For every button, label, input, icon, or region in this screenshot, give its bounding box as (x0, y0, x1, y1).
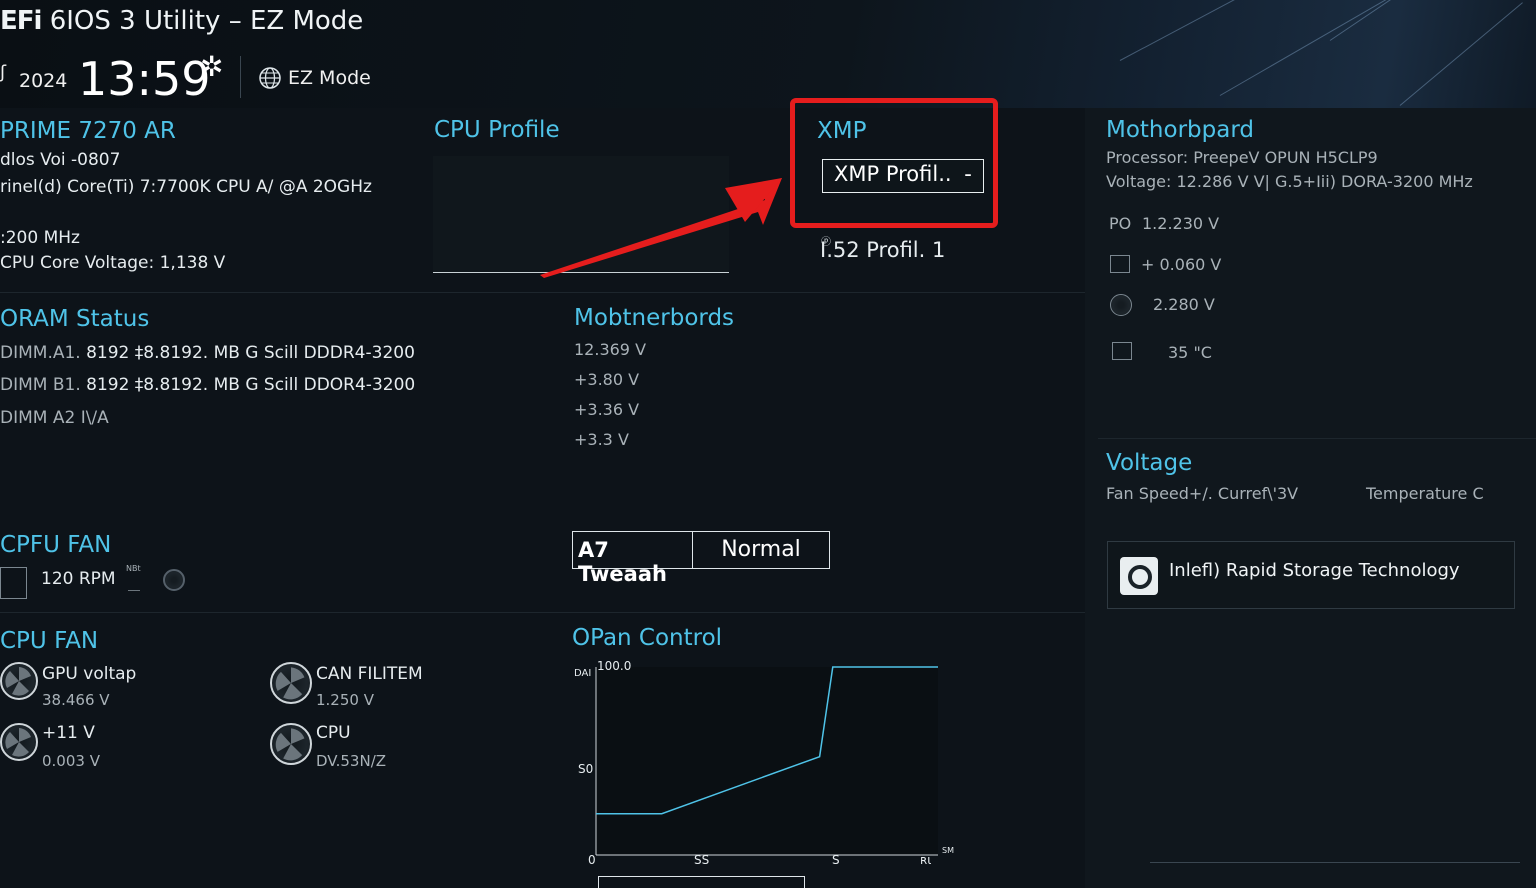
cpu-fan-section-title: CPU FAN (0, 628, 99, 654)
xmp-sub-label: I.52 Profil. 1 (820, 238, 946, 262)
wave-icon: ʃ (0, 62, 7, 83)
fan-curve-chart[interactable]: DAI100.0S00 SS SʀιSM (570, 655, 970, 880)
fan-value: DV.53N/Z (316, 752, 387, 770)
motherboard-title: Mothorbpard (1106, 117, 1254, 143)
cpu-core-voltage: CPU Core Voltage: 1,138 V (0, 253, 226, 273)
reading-value: 35 "C (1168, 343, 1212, 362)
chevron-down-icon: - (964, 162, 972, 186)
gear-icon[interactable]: ✲ (200, 50, 223, 83)
reading-value: 2.280 V (1153, 295, 1215, 314)
y-axis-label: DAI (574, 668, 591, 679)
voltage-item: +3.80 V (574, 370, 640, 389)
plug-icon (1110, 255, 1130, 273)
po-icon: PO (1109, 214, 1132, 233)
bottom-button[interactable] (598, 876, 805, 888)
x-end-label: SM (942, 846, 954, 855)
cpu-fan-rpm: 120 RPM (41, 569, 116, 589)
voltage-col-temp: Temperature C (1366, 484, 1484, 503)
ai-tweaker-label[interactable]: A7 Tweaah (573, 532, 693, 586)
dram-slot-a1: DIMM.A1. 8192 ‡8.8192. MB G Scill DDDR4-… (0, 343, 415, 363)
y-tick-label: 100.0 (597, 659, 631, 673)
fan-value: 1.250 V (316, 691, 374, 709)
fan-control-title: OPan Control (572, 625, 723, 651)
ez-mode-label[interactable]: EZ Mode (288, 67, 371, 89)
x-tick-label: SS (694, 853, 709, 867)
dram-slot-b1: DIMM B1. 8192 ‡8.8192. MB G Scill DDOR4-… (0, 375, 416, 395)
ai-tweaker-toggle[interactable]: A7 Tweaah Normal (572, 531, 830, 586)
fan-name: CAN FILITEM (316, 664, 423, 684)
chip-icon (1112, 342, 1132, 360)
bios-screen: EFi 6IOS 3 Utility – EZ Mode ʃ 2024 13:5… (0, 0, 1536, 888)
top-bar: EFi 6IOS 3 Utility – EZ Mode ʃ 2024 13:5… (0, 0, 1536, 108)
x-tick-label: ʀι (920, 853, 931, 867)
bios-version: dlos Voi -0807 (0, 150, 121, 170)
rapid-storage-label: Inlefl) Rapid Storage Technology (1169, 560, 1460, 581)
board-model: PRIME 7270 AR (0, 118, 176, 144)
voltage-item: 12.369 V (574, 340, 647, 359)
divider (1098, 438, 1536, 439)
voltage-panel-title: Voltage (1106, 450, 1193, 476)
storage-icon (1120, 557, 1158, 595)
cpu-frequency: :200 MHz (0, 228, 80, 248)
app-title: EFi 6IOS 3 Utility – EZ Mode (0, 6, 363, 36)
app-title-text: 6IOS 3 Utility – EZ Mode (41, 6, 364, 36)
voltage-info: Voltage: 12.286 V V| G.5+Iii) DORA-3200 … (1106, 172, 1473, 191)
fan-icon (163, 569, 185, 591)
cpu-fan-title: CPFU FAN (0, 532, 112, 558)
fan-name: +11 V (42, 723, 95, 743)
fan-value: 0.003 V (42, 752, 100, 770)
cpu-name: rinel(d) Core(Ti) 7:7700K CPU A/ @A 2OGH… (0, 177, 372, 197)
reading-value: + 0.060 V (1141, 255, 1222, 274)
x-tick-label: 0 (588, 853, 596, 867)
y-tick-label: S0 (578, 762, 593, 776)
clock-time[interactable]: 13:59 (78, 52, 211, 106)
rapid-storage-button[interactable]: Inlefl) Rapid Storage Technology (1107, 541, 1515, 609)
small-label: NBt (126, 564, 141, 573)
globe-icon[interactable] (258, 66, 282, 90)
voltage-col-fan: Fan Speed+/. Curref\'3V (1106, 484, 1299, 503)
cpu-profile-title: CPU Profile (434, 117, 560, 143)
reading-value: 1.2.230 V (1142, 214, 1220, 233)
fan-icon[interactable] (0, 723, 38, 761)
divider (0, 292, 1085, 293)
motherboard-voltage-title: Mobtnerbords (574, 305, 735, 331)
xmp-title: XMP (817, 118, 867, 144)
fan-icon[interactable] (0, 662, 38, 700)
annotation-arrow-icon (540, 178, 782, 278)
processor-info: Processor: PreepeV OPUN H5CLP9 (1106, 148, 1378, 167)
divider (240, 56, 241, 98)
fan-name: CPU (316, 723, 351, 743)
ai-tweaker-value[interactable]: Normal (693, 532, 829, 568)
fan-chip-icon (0, 567, 27, 599)
xmp-select-value: XMP Profil.. (834, 162, 952, 186)
voltage-item: +3.3 V (574, 430, 629, 449)
fan-value: 38.466 V (42, 691, 110, 709)
dram-slot-a2: DIMM A2 I\/A (0, 408, 109, 428)
fan-name: GPU voltap (42, 664, 137, 684)
xmp-profile-select[interactable]: XMP Profil.. - (822, 159, 984, 193)
divider (0, 612, 1085, 613)
divider (1150, 862, 1520, 863)
voltage-item: +3.36 V (574, 400, 640, 419)
app-logo: EFi (0, 6, 42, 36)
fan-icon (1110, 294, 1132, 316)
dram-status-title: ORAM Status (0, 306, 150, 332)
fan-icon[interactable] (270, 723, 312, 765)
fan-icon[interactable] (270, 662, 312, 704)
divider (128, 590, 140, 591)
date-year: 2024 (19, 70, 68, 92)
x-tick-label: S (832, 853, 840, 867)
